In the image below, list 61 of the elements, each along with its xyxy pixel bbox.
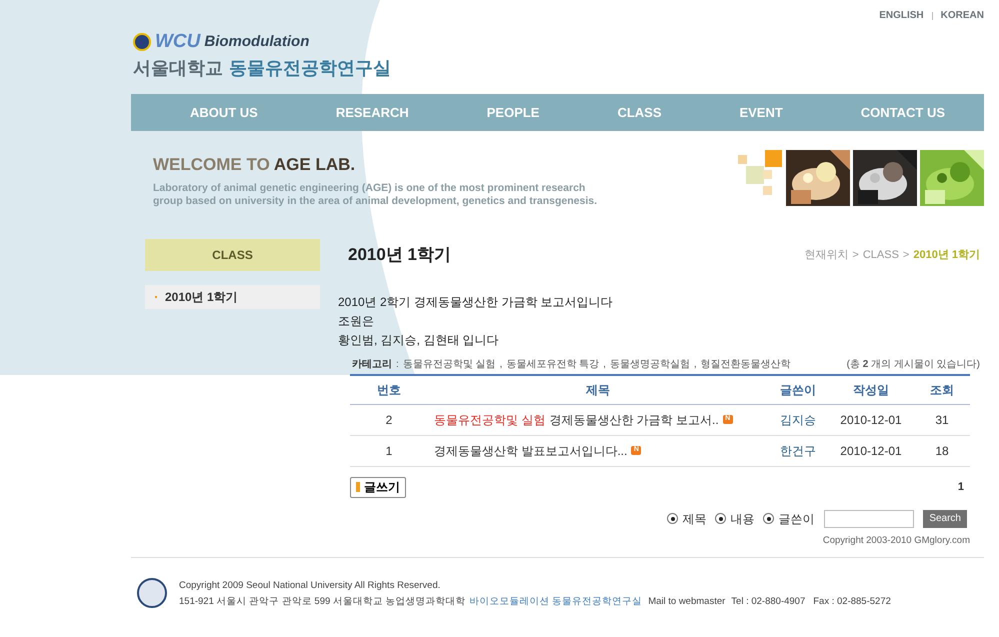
footer-tel: Tel : 02-880-4907 [731, 594, 806, 609]
category-separator: , [603, 358, 606, 372]
search-option[interactable]: 제목 [667, 510, 706, 528]
category-link[interactable]: 동물세포유전학 특강 [506, 356, 600, 372]
page-title: 2010년 1학기 [348, 244, 451, 266]
logo-subtitle: Biomodulation [204, 32, 310, 52]
author-link[interactable]: 김지승 [768, 404, 828, 435]
radio-button[interactable] [667, 513, 678, 524]
breadcrumb-separator: > [852, 248, 859, 263]
table-cell: 2010-12-01 [828, 404, 914, 435]
table-cell: 2 [350, 404, 428, 435]
category-colon: : [396, 358, 399, 372]
column-header: 글쓴이 [768, 375, 828, 404]
footer-fax: Fax : 02-885-5272 [813, 594, 891, 609]
column-header: 제목 [428, 375, 768, 404]
lab-link[interactable]: 바이오모듈레이션 동물유전공학연구실 [470, 594, 642, 610]
post-title-link[interactable]: 경제동물생산한 가금학 보고서.. [549, 410, 719, 428]
category-link[interactable]: 동물생명공학실험 [610, 356, 690, 372]
language-link[interactable]: KOREAN [940, 8, 984, 23]
search-button[interactable]: Search [923, 510, 967, 528]
post-title-link[interactable]: 경제동물생산학 발표보고서입니다... [434, 442, 628, 460]
search-option[interactable]: 내용 [715, 510, 754, 528]
sidebar-title: CLASS [145, 239, 320, 271]
table-cell: 2010-12-01 [828, 435, 914, 466]
welcome-title: WELCOME TO AGE LAB. [153, 155, 356, 174]
welcome-description: Laboratory of animal genetic engineering (AGE) is one of the most prominent research group based on university in the area of animal development, genetics and transgenesis. [153, 182, 598, 208]
post-count: (총 2 개의 게시물이 있습니다) [846, 358, 980, 372]
category-link[interactable]: 동물유전공학및 실험 [434, 410, 546, 428]
category-separator: , [500, 358, 502, 372]
write-button[interactable]: 글쓰기 [350, 476, 406, 498]
category-link[interactable]: 형질전환동물생산학 [700, 356, 791, 372]
search-field[interactable] [824, 510, 914, 528]
category-label: 카테고리 [352, 358, 392, 372]
intro-text: 황인범, 김지승, 김현태 입니다 [338, 332, 500, 349]
search-option[interactable]: 글쓴이 [763, 510, 814, 528]
breadcrumb-separator: > [902, 248, 910, 263]
author-link[interactable]: 한건구 [768, 435, 828, 466]
footer-address: 151-921 서울시 관악구 관악로 599 서울대학교 농업생명과학대학 [179, 594, 466, 609]
board-copyright: Copyright 2003-2010 GMglory.com [822, 534, 970, 548]
table-cell: 31 [914, 404, 970, 435]
lab-name: 동물유전공학연구실 [229, 56, 391, 79]
table-cell: 1 [350, 435, 428, 466]
breadcrumb-item: 현재위치 [804, 248, 848, 263]
university-emblem-icon [137, 578, 167, 608]
category-link[interactable]: 동물유전공학및 실험 [402, 356, 496, 372]
page-link[interactable]: 1 [958, 478, 964, 496]
radio-button[interactable] [715, 513, 726, 524]
footer-copyright: Copyright 2009 Seoul National University All Rights Reserved. [179, 578, 442, 593]
category-separator: , [694, 358, 697, 372]
university-name: 서울대학교 [133, 56, 223, 79]
sidebar-item[interactable]: 2010년 1학기 [145, 285, 320, 309]
column-header: 번호 [350, 375, 428, 404]
intro-text: 2010년 2학기 경제동물생산한 가금학 보고서입니다 [338, 294, 614, 311]
intro-text: 조원은 [338, 313, 375, 330]
table-cell: 18 [914, 435, 970, 466]
column-header: 작성일 [828, 375, 914, 404]
language-link[interactable]: ENGLISH [879, 8, 924, 23]
mail-link[interactable]: Mail to webmaster [648, 594, 726, 610]
radio-button[interactable] [763, 513, 774, 524]
logo-brand: WCU [155, 30, 200, 54]
column-header: 조회 [914, 375, 970, 404]
